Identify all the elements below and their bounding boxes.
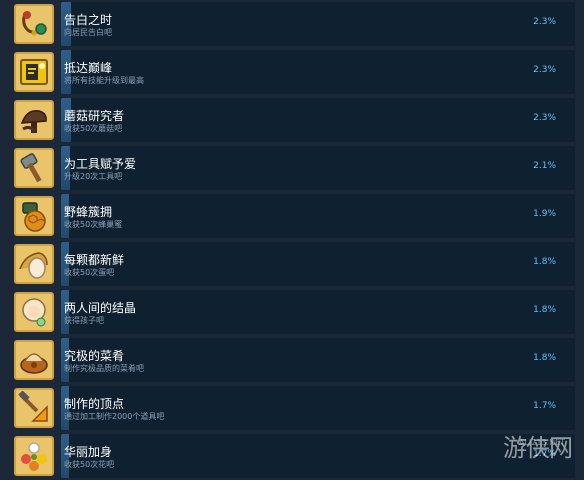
egg-icon xyxy=(14,244,54,284)
achievement-row[interactable]: 每颗都新鲜 收获50次蛋吧 1.8% xyxy=(0,240,584,288)
achievement-description: 通过加工制作2000个道具吧 xyxy=(64,412,165,421)
achievement-description: 将所有技能升级到最高 xyxy=(64,76,144,85)
unlock-percentage: 2.1% xyxy=(533,161,556,171)
achievement-row[interactable]: 为工具赋予爱 升级20次工具吧 2.1% xyxy=(0,144,584,192)
achievement-row[interactable]: 蘑菇研究者 收获50次蘑菇吧 2.3% xyxy=(0,96,584,144)
achievement-list: 告白之时 向居民告白吧 2.3% 抵达巅峰 将所有技能升级到最高 2.3% 蘑菇… xyxy=(0,0,584,478)
progress-track xyxy=(61,434,575,478)
necklace-icon xyxy=(14,4,54,44)
unlock-percentage: 2.3% xyxy=(533,17,556,27)
achievement-title: 华丽加身 xyxy=(64,445,113,459)
watermark-url: ALI213.NET xyxy=(519,438,566,447)
honeycomb-icon xyxy=(14,196,54,236)
unlock-percentage: 1.9% xyxy=(533,209,556,219)
progress-track xyxy=(61,386,575,430)
achievement-description: 收获50次蜂巢蜜 xyxy=(64,220,123,229)
unlock-percentage: 1.8% xyxy=(533,353,556,363)
achievement-description: 向居民告白吧 xyxy=(64,28,112,37)
achievement-row[interactable]: 制作的顶点 通过加工制作2000个道具吧 1.7% xyxy=(0,384,584,432)
achievement-description: 制作究极品质的菜肴吧 xyxy=(64,364,144,373)
progress-track xyxy=(61,98,575,142)
achievement-description: 获得孩子吧 xyxy=(64,316,104,325)
progress-track xyxy=(61,290,575,334)
unlock-percentage: 1.7% xyxy=(533,401,556,411)
unlock-percentage: 2.3% xyxy=(533,113,556,123)
achievement-title: 抵达巅峰 xyxy=(64,61,113,75)
progress-track xyxy=(61,338,575,382)
achievement-title: 野蜂簇拥 xyxy=(64,205,113,219)
achievement-title: 蘑菇研究者 xyxy=(64,109,125,123)
achievement-description: 收获50次花吧 xyxy=(64,460,115,469)
achievement-row[interactable]: 两人间的结晶 获得孩子吧 1.8% xyxy=(0,288,584,336)
hammer-icon xyxy=(14,148,54,188)
achievement-title: 制作的顶点 xyxy=(64,397,125,411)
progress-track xyxy=(61,242,575,286)
achievement-row[interactable]: 抵达巅峰 将所有技能升级到最高 2.3% xyxy=(0,48,584,96)
progress-track xyxy=(61,194,575,238)
mushroom-icon xyxy=(14,100,54,140)
achievement-description: 升级20次工具吧 xyxy=(64,172,123,181)
skill-book-icon xyxy=(14,52,54,92)
achievement-title: 两人间的结晶 xyxy=(64,301,137,315)
progress-track xyxy=(61,2,575,46)
unlock-percentage: 1.8% xyxy=(533,305,556,315)
flower-icon xyxy=(14,436,54,476)
achievement-title: 为工具赋予爱 xyxy=(64,157,137,171)
anvil-hammer-icon xyxy=(14,388,54,428)
achievement-row[interactable]: 告白之时 向居民告白吧 2.3% xyxy=(0,0,584,48)
progress-track xyxy=(61,50,575,94)
achievement-description: 收获50次蘑菇吧 xyxy=(64,124,123,133)
achievement-title: 告白之时 xyxy=(64,13,113,27)
unlock-percentage: 1.8% xyxy=(533,257,556,267)
progress-track xyxy=(61,146,575,190)
achievement-title: 每颗都新鲜 xyxy=(64,253,125,267)
achievement-row[interactable]: 究极的菜肴 制作究极品质的菜肴吧 1.8% xyxy=(0,336,584,384)
achievement-description: 收获50次蛋吧 xyxy=(64,268,115,277)
unlock-percentage: 2.3% xyxy=(533,65,556,75)
achievement-row[interactable]: 野蜂簇拥 收获50次蜂巢蜜 1.9% xyxy=(0,192,584,240)
achievement-title: 究极的菜肴 xyxy=(64,349,125,363)
pie-icon xyxy=(14,340,54,380)
baby-icon xyxy=(14,292,54,332)
